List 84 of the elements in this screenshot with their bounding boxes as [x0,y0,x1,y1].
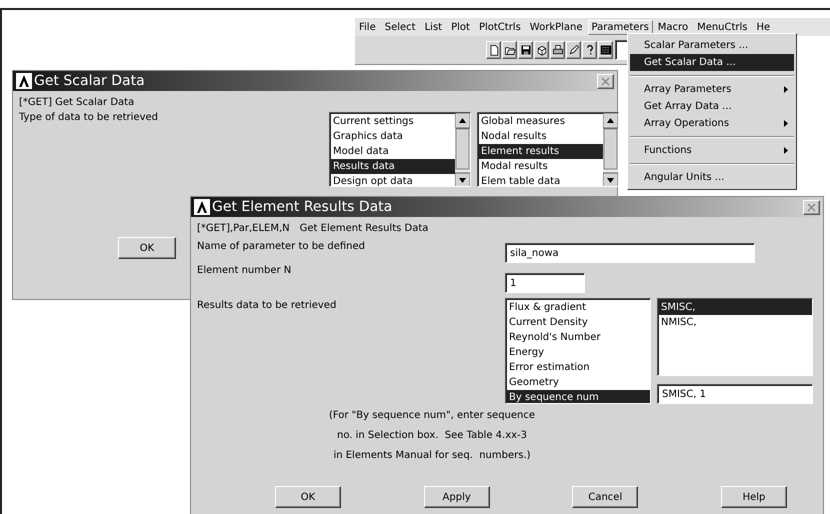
keyboard-button[interactable] [598,41,613,59]
list-option[interactable]: By sequence num [507,390,650,403]
list-option[interactable]: Nodal results [479,129,603,144]
submenu-arrow-icon [784,147,788,154]
submenu-arrow-icon [784,120,788,127]
list-option[interactable]: Energy [507,345,650,360]
menu-item[interactable]: Functions [630,142,794,159]
note-text: (For "By sequence num", enter sequence [328,410,536,423]
document-button[interactable] [486,41,501,59]
menu-item[interactable]: Plot [447,20,474,34]
menu-item[interactable]: Select [380,20,420,34]
submenu-arrow-icon [784,86,788,93]
menu-item[interactable]: PlotCtrls [474,20,525,34]
selection-field[interactable]: SMISC, 1 [657,384,813,404]
list-box[interactable]: SMISC, NMISC, [657,298,813,376]
scrollbar[interactable] [455,113,470,186]
list-box[interactable]: Flux & gradient Current Density Reynold's Number Energy Error estimation Geometry By sequence num [505,298,651,404]
menu-item[interactable]: He [752,20,774,34]
menu-item[interactable]: Array Operations [630,115,794,132]
dialog-button[interactable]: Apply [424,486,490,508]
list-box[interactable]: Current settings Graphics data Model data Results data Design opt data [329,112,471,187]
list-option[interactable]: Modal results [479,159,603,174]
list-option[interactable]: Results data [331,159,455,174]
close-icon [807,202,816,212]
command-title: Get Element Results Data [300,223,428,236]
list-option[interactable]: NMISC, [659,315,812,330]
list-option[interactable]: Geometry [507,375,650,390]
folder-button[interactable] [502,41,517,59]
scrollbar[interactable] [603,113,618,186]
list-option[interactable]: Global measures [479,114,603,129]
note-text: in Elements Manual for seq. numbers.) [333,450,531,463]
command-label: [*GET] Get Scalar Data [19,97,136,108]
close-icon [601,76,610,86]
cube-icon [536,44,548,56]
menu-item[interactable]: Get Array Data ... [630,98,794,115]
pencil-button[interactable] [566,41,581,59]
menu-item[interactable]: Angular Units ... [630,169,794,186]
list-option[interactable]: Reynold's Number [507,330,650,345]
input-field[interactable]: 1 [505,273,585,293]
menu-item[interactable]: MenuCtrls [693,20,752,34]
list-option[interactable]: Design opt data [331,174,455,186]
list-option[interactable]: Element results [479,144,603,159]
dialog-button[interactable]: OK [275,486,341,508]
menu-item[interactable]: Get Scalar Data ... [630,54,794,71]
list-option[interactable]: Flux & gradient [507,300,650,315]
dialog-button[interactable]: Cancel [572,486,638,508]
close-button[interactable] [803,200,820,214]
menu-item[interactable]: File [355,20,380,34]
command-input-field[interactable] [615,40,628,60]
ok-button[interactable]: OK [118,237,176,259]
input-field[interactable]: sila_nowa [505,243,755,263]
field-label: Element number N [197,264,292,278]
list-option[interactable]: Current Density [507,315,650,330]
menu-item[interactable]: Array Parameters [630,81,794,98]
floppy-disk-button[interactable] [518,41,533,59]
pencil-icon [568,44,580,56]
list-option[interactable]: Current settings [331,114,455,129]
note-text: no. in Selection box. See Table 4.xx-3 [336,430,528,443]
list-option[interactable]: Elem table data [479,174,603,186]
printer-icon [552,44,564,56]
app-logo-icon [194,199,210,215]
app-logo-icon [16,73,32,89]
field-label: Type of data to be retrieved [19,112,159,123]
dialog-button[interactable]: Help [720,486,787,508]
printer-button[interactable] [550,41,565,59]
cube-button[interactable] [534,41,549,59]
list-option[interactable]: Graphics data [331,129,455,144]
close-button[interactable] [597,74,614,88]
list-option[interactable]: SMISC, [659,300,812,315]
window-title: Get Element Results Data [212,199,392,215]
menu-item[interactable]: Scalar Parameters ... [630,37,794,54]
window-title: Get Scalar Data [34,73,145,89]
list-box[interactable]: Global measures Nodal results Element results Modal results Elem table data [477,112,619,187]
question-mark-button[interactable] [582,41,597,59]
field-label: Name of parameter to be defined [197,240,366,254]
menu-item[interactable]: List [420,20,446,34]
menu-item[interactable]: Macro [654,20,692,34]
menu-item[interactable]: WorkPlane [526,20,587,34]
list-option[interactable]: Model data [331,144,455,159]
field-label: Results data to be retrieved [197,299,338,313]
keyboard-icon [600,44,612,56]
document-icon [488,44,500,56]
command-label: [*GET],Par,ELEM,N [197,223,290,236]
list-option[interactable]: Error estimation [507,360,650,375]
